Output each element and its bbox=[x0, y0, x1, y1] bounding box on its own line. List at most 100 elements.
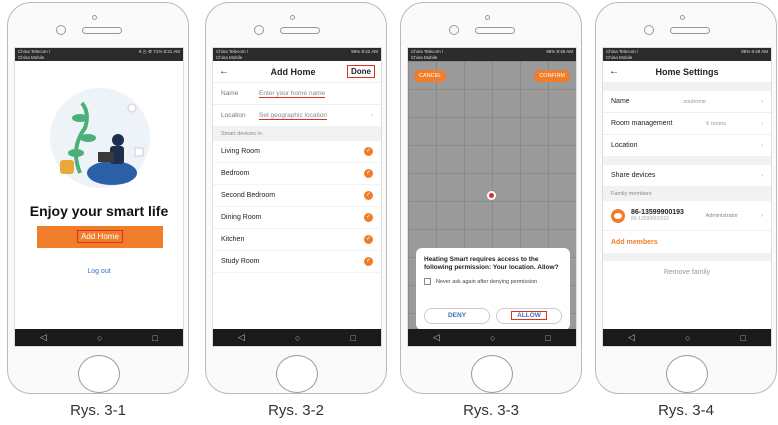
screen-add-home: China Telecom / China Mobile 96% 8:42 AM… bbox=[212, 47, 382, 347]
check-icon[interactable]: ✓ bbox=[364, 257, 373, 266]
location-value[interactable]: Set geographic location bbox=[259, 112, 327, 120]
nav-recent-icon[interactable]: □ bbox=[741, 333, 746, 343]
deny-button[interactable]: DENY bbox=[424, 308, 490, 324]
location-row[interactable]: Location › bbox=[603, 135, 771, 157]
location-label: Location bbox=[221, 112, 246, 119]
nav-back-icon[interactable]: ◁ bbox=[628, 332, 635, 343]
cancel-button[interactable]: CANCEL bbox=[414, 70, 447, 82]
room-item[interactable]: Kitchen ✓ bbox=[213, 229, 381, 251]
camera-icon bbox=[485, 15, 490, 20]
share-devices-row[interactable]: Share devices › bbox=[603, 165, 771, 187]
name-row[interactable]: Name Enter your home name bbox=[213, 83, 381, 105]
room-label: Kitchen bbox=[221, 236, 245, 243]
permission-message: Heating Smart requires access to the fol… bbox=[424, 256, 559, 271]
add-home-button[interactable]: Add Home bbox=[37, 226, 163, 248]
allow-label: ALLOW bbox=[511, 311, 547, 320]
screen-welcome: China Telecom / China Mobile 8 ◷ ⚙ 71% 8… bbox=[14, 47, 184, 347]
chevron-right-icon: › bbox=[761, 172, 763, 179]
phone-frame-2: China Telecom / China Mobile 96% 8:42 AM… bbox=[205, 2, 387, 394]
android-navbar: ◁ ○ □ bbox=[15, 329, 183, 346]
speaker-grille bbox=[82, 27, 122, 34]
room-item[interactable]: Bedroom ✓ bbox=[213, 163, 381, 185]
allow-button[interactable]: ALLOW bbox=[496, 308, 562, 324]
front-lens-icon bbox=[449, 25, 459, 35]
chevron-right-icon: › bbox=[370, 112, 373, 119]
nav-back-icon[interactable]: ◁ bbox=[238, 332, 245, 343]
speaker-grille bbox=[670, 27, 710, 34]
check-icon[interactable]: ✓ bbox=[364, 169, 373, 178]
check-icon[interactable]: ✓ bbox=[364, 147, 373, 156]
camera-icon bbox=[290, 15, 295, 20]
nav-home-icon[interactable]: ○ bbox=[97, 333, 102, 343]
chevron-right-icon: › bbox=[759, 120, 763, 127]
status-right: 96% 8:42 AM bbox=[351, 49, 378, 54]
room-item[interactable]: Study Room ✓ bbox=[213, 251, 381, 273]
android-navbar: ◁ ○ □ bbox=[603, 329, 771, 346]
nav-recent-icon[interactable]: □ bbox=[546, 333, 551, 343]
location-row[interactable]: Location Set geographic location › bbox=[213, 105, 381, 127]
name-value: zouhome bbox=[683, 98, 706, 105]
share-devices-label: Share devices bbox=[611, 172, 656, 179]
add-members-button[interactable]: Add members bbox=[603, 231, 771, 253]
check-icon[interactable]: ✓ bbox=[364, 235, 373, 244]
nav-home-icon[interactable]: ○ bbox=[295, 333, 300, 343]
camera-icon bbox=[92, 15, 97, 20]
speaker-grille bbox=[280, 27, 320, 34]
logout-link[interactable]: Log out bbox=[15, 268, 183, 275]
room-item[interactable]: Second Bedroom ✓ bbox=[213, 185, 381, 207]
member-row[interactable]: 86-13599900193 86-13599900193 Administra… bbox=[603, 201, 771, 231]
name-row[interactable]: Name zouhome › bbox=[603, 91, 771, 113]
room-management-label: Room management bbox=[611, 120, 673, 127]
location-pin-icon bbox=[487, 191, 496, 200]
done-button[interactable]: Done bbox=[347, 65, 375, 78]
dialog-buttons: DENY ALLOW bbox=[424, 308, 562, 324]
room-item[interactable]: Dining Room ✓ bbox=[213, 207, 381, 229]
nav-recent-icon[interactable]: □ bbox=[351, 333, 356, 343]
figure-caption: Rys. 3-2 bbox=[268, 402, 324, 419]
room-label: Dining Room bbox=[221, 214, 262, 221]
permission-dialog: Heating Smart requires access to the fol… bbox=[416, 248, 570, 330]
remove-family-button[interactable]: Remove family bbox=[603, 261, 771, 283]
back-arrow-icon[interactable]: ← bbox=[219, 66, 239, 77]
phone-home-button[interactable] bbox=[666, 355, 708, 393]
room-label: Second Bedroom bbox=[221, 192, 276, 199]
speaker-grille bbox=[475, 27, 515, 34]
nav-home-icon[interactable]: ○ bbox=[685, 333, 690, 343]
room-item[interactable]: Living Room ✓ bbox=[213, 141, 381, 163]
nav-back-icon[interactable]: ◁ bbox=[40, 332, 47, 343]
welcome-title: Enjoy your smart life bbox=[29, 203, 169, 219]
status-bar: China Telecom / China Mobile 95% 8:49 AM bbox=[603, 48, 771, 61]
check-icon[interactable]: ✓ bbox=[364, 213, 373, 222]
front-lens-icon bbox=[644, 25, 654, 35]
phone-home-button[interactable] bbox=[471, 355, 513, 393]
check-icon[interactable]: ✓ bbox=[364, 191, 373, 200]
figure-caption: Rys. 3-1 bbox=[70, 402, 126, 419]
home-name-input[interactable]: Enter your home name bbox=[259, 90, 326, 98]
chevron-right-icon: › bbox=[759, 212, 763, 219]
room-label: Study Room bbox=[221, 258, 260, 265]
back-arrow-icon[interactable]: ← bbox=[609, 66, 629, 77]
phone-home-button[interactable] bbox=[276, 355, 318, 393]
add-home-label: Add Home bbox=[77, 230, 123, 243]
status-bar: China Telecom / China Mobile 96% 8:46 AM bbox=[408, 48, 576, 61]
status-right: 95% 8:49 AM bbox=[741, 49, 768, 54]
status-right: 96% 8:46 AM bbox=[546, 49, 573, 54]
carrier-text: China Telecom / China Mobile bbox=[606, 49, 639, 60]
header: ← Home Settings bbox=[603, 61, 771, 83]
room-management-row[interactable]: Room management 6 rooms › bbox=[603, 113, 771, 135]
room-label: Living Room bbox=[221, 148, 260, 155]
never-ask-row[interactable]: Never ask again after denying permission bbox=[424, 278, 562, 285]
nav-back-icon[interactable]: ◁ bbox=[433, 332, 440, 343]
family-members-header: Family members bbox=[603, 187, 771, 201]
nav-home-icon[interactable]: ○ bbox=[490, 333, 495, 343]
phone-home-button[interactable] bbox=[78, 355, 120, 393]
name-label: Name bbox=[221, 90, 239, 97]
confirm-button[interactable]: CONFIRM bbox=[534, 70, 570, 82]
nav-recent-icon[interactable]: □ bbox=[153, 333, 158, 343]
location-label: Location bbox=[611, 142, 638, 149]
member-number: 86-13599900193 bbox=[631, 209, 684, 216]
never-ask-checkbox[interactable] bbox=[424, 278, 431, 285]
camera-icon bbox=[680, 15, 685, 20]
figure-caption: Rys. 3-3 bbox=[463, 402, 519, 419]
name-label: Name bbox=[611, 98, 630, 105]
